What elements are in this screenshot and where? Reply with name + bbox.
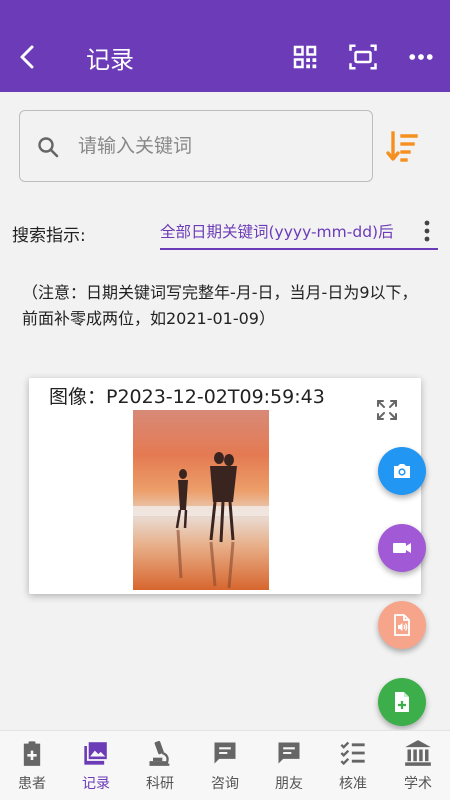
checklist-icon (340, 741, 365, 766)
record-card[interactable]: 图像：P2023-12-02T09:59:43 (29, 378, 421, 594)
bottom-nav: 患者 记录 科研 咨询 朋友 核准 学术 (0, 730, 450, 800)
nav-label: 核准 (339, 776, 367, 792)
nav-label: 科研 (146, 776, 174, 792)
add-file-fab[interactable] (378, 678, 426, 726)
image-gallery-icon (84, 740, 109, 765)
nav-item-consult[interactable]: 咨询 (193, 731, 257, 800)
nav-item-friends[interactable]: 朋友 (257, 731, 321, 800)
add-file-icon (395, 692, 409, 712)
sort-icon[interactable] (386, 130, 418, 164)
microscope-icon (149, 740, 170, 766)
scan-icon[interactable] (348, 42, 378, 72)
search-input[interactable] (78, 129, 358, 163)
nav-item-records[interactable]: 记录 (64, 731, 128, 800)
record-caption: 图像：P2023-12-02T09:59:43 (49, 386, 325, 408)
back-arrow-icon[interactable] (14, 42, 42, 72)
video-fab[interactable] (378, 524, 426, 572)
search-hint-label: 搜索指示: (12, 226, 86, 246)
search-icon (38, 137, 59, 158)
status-bar (0, 0, 450, 22)
audio-file-icon (394, 614, 410, 636)
camera-icon (394, 464, 410, 478)
nav-label: 学术 (404, 776, 432, 792)
nav-item-academic[interactable]: 学术 (386, 731, 450, 800)
chat-icon (214, 742, 236, 764)
nav-label: 患者 (18, 776, 46, 792)
clipboard-plus-icon (23, 741, 41, 766)
nav-item-research[interactable]: 科研 (128, 731, 192, 800)
nav-label: 咨询 (211, 776, 239, 792)
page-title: 记录 (86, 46, 134, 74)
camera-fab[interactable] (378, 447, 426, 495)
search-hint-dropdown[interactable]: 全部日期关键词(yyyy-mm-dd)后 (160, 212, 438, 250)
institution-icon (405, 740, 431, 766)
more-horizontal-icon[interactable] (406, 42, 436, 72)
app-bar: 记录 (0, 22, 450, 92)
more-vertical-icon[interactable] (424, 220, 430, 242)
video-camera-icon (393, 543, 411, 553)
fullscreen-icon[interactable] (375, 398, 399, 422)
record-image[interactable] (133, 410, 269, 590)
date-format-note: （注意：日期关键词写完整年-月-日，当月-日为9以下，前面补零成两位，如2021… (22, 283, 418, 328)
nav-item-patients[interactable]: 患者 (0, 731, 64, 800)
nav-item-approve[interactable]: 核准 (321, 731, 385, 800)
nav-label: 记录 (82, 776, 110, 792)
chat-icon (278, 742, 300, 764)
search-box (19, 110, 373, 182)
nav-label: 朋友 (275, 776, 303, 792)
qr-code-icon[interactable] (290, 42, 320, 72)
search-hint-value: 全部日期关键词(yyyy-mm-dd)后 (160, 223, 394, 241)
audio-fab[interactable] (378, 601, 426, 649)
